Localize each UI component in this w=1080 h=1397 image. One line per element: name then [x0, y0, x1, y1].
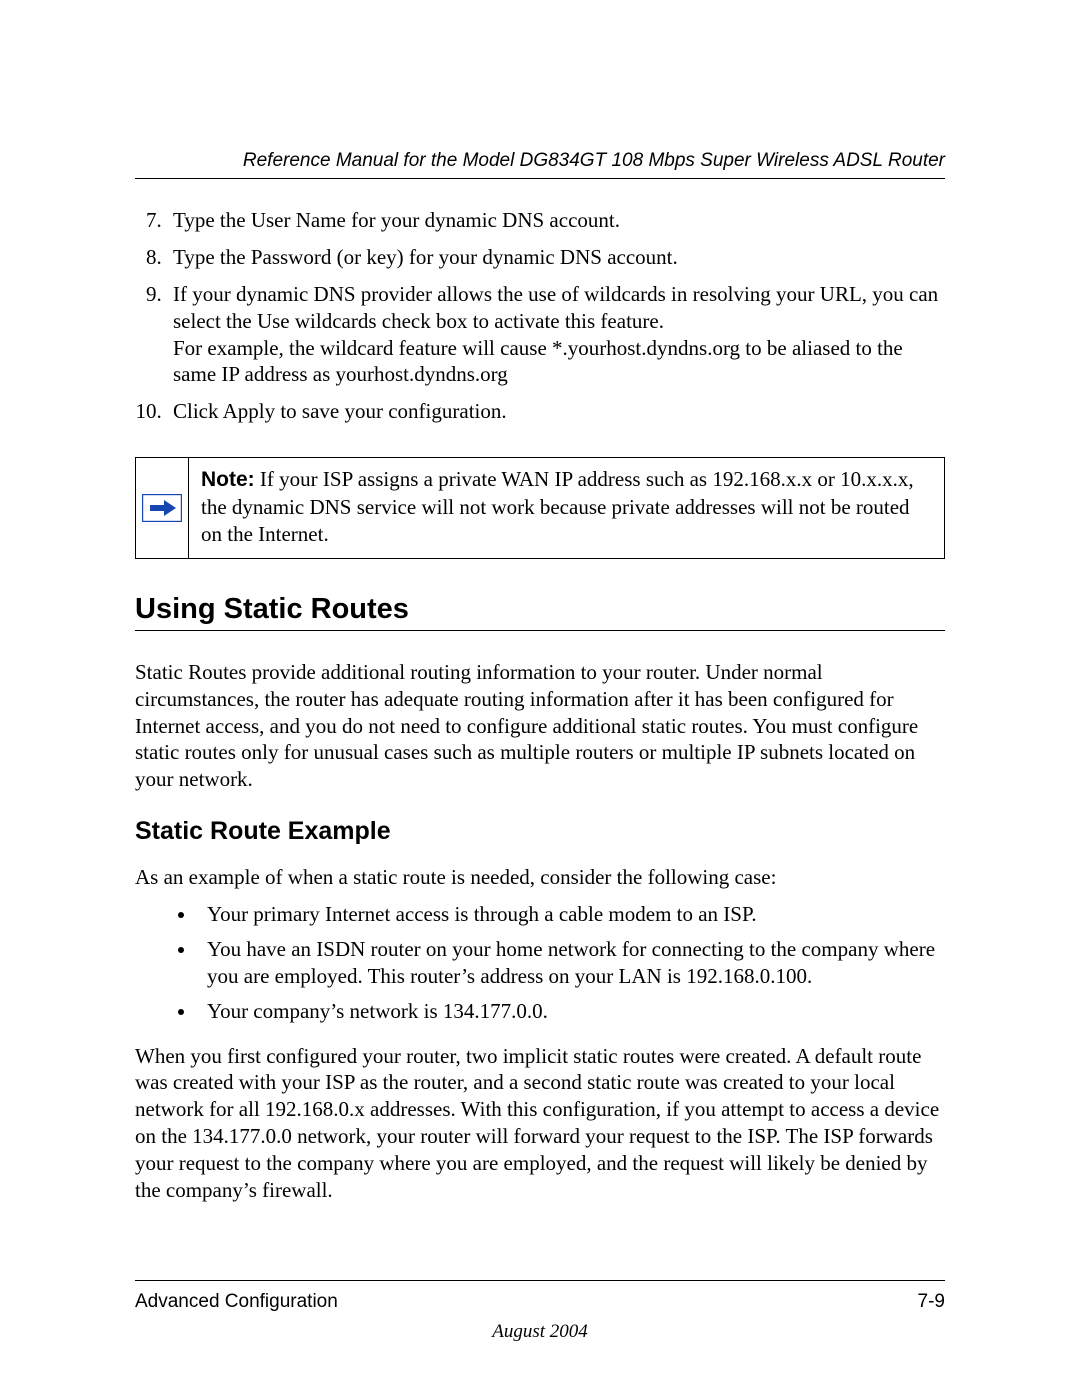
footer-rule — [135, 1280, 945, 1281]
step-text: Type the Password (or key) for your dyna… — [173, 245, 678, 269]
example-lead: As an example of when a static route is … — [135, 864, 945, 891]
running-header: Reference Manual for the Model DG834GT 1… — [135, 150, 945, 172]
example-after-paragraph: When you first configured your router, t… — [135, 1043, 945, 1204]
heading-static-route-example: Static Route Example — [135, 817, 945, 846]
heading-rule — [135, 630, 945, 631]
example-bullets: Your primary Internet access is through … — [135, 901, 945, 1025]
step-item: Click Apply to save your configuration. — [167, 398, 945, 425]
bullet-text: Your company’s network is 134.177.0.0. — [207, 999, 548, 1023]
footer-page-number: 7-9 — [918, 1291, 945, 1313]
arrow-right-icon — [142, 494, 182, 522]
intro-paragraph: Static Routes provide additional routing… — [135, 659, 945, 793]
header-rule — [135, 178, 945, 179]
list-item: Your primary Internet access is through … — [197, 901, 945, 928]
footer-section: Advanced Configuration — [135, 1291, 338, 1313]
step-item: Type the User Name for your dynamic DNS … — [167, 207, 945, 234]
list-item: Your company’s network is 134.177.0.0. — [197, 998, 945, 1025]
bullet-text: You have an ISDN router on your home net… — [207, 937, 935, 988]
numbered-steps: Type the User Name for your dynamic DNS … — [135, 207, 945, 425]
note-label: Note: — [201, 468, 255, 491]
note-body: If your ISP assigns a private WAN IP add… — [201, 467, 914, 546]
page-footer: Advanced Configuration 7-9 August 2004 — [135, 1280, 945, 1313]
note-callout: Note: If your ISP assigns a private WAN … — [135, 457, 945, 559]
manual-page: Reference Manual for the Model DG834GT 1… — [0, 0, 1080, 1397]
step-item: Type the Password (or key) for your dyna… — [167, 244, 945, 271]
step-text: Type the User Name for your dynamic DNS … — [173, 208, 620, 232]
note-text-cell: Note: If your ISP assigns a private WAN … — [189, 458, 944, 558]
list-item: You have an ISDN router on your home net… — [197, 936, 945, 990]
note-icon-cell — [136, 458, 189, 558]
footer-date: August 2004 — [135, 1321, 945, 1343]
step-text: If your dynamic DNS provider allows the … — [173, 282, 938, 387]
step-text: Click Apply to save your configuration. — [173, 399, 507, 423]
step-item: If your dynamic DNS provider allows the … — [167, 281, 945, 389]
heading-using-static-routes: Using Static Routes — [135, 593, 945, 626]
bullet-text: Your primary Internet access is through … — [207, 902, 757, 926]
